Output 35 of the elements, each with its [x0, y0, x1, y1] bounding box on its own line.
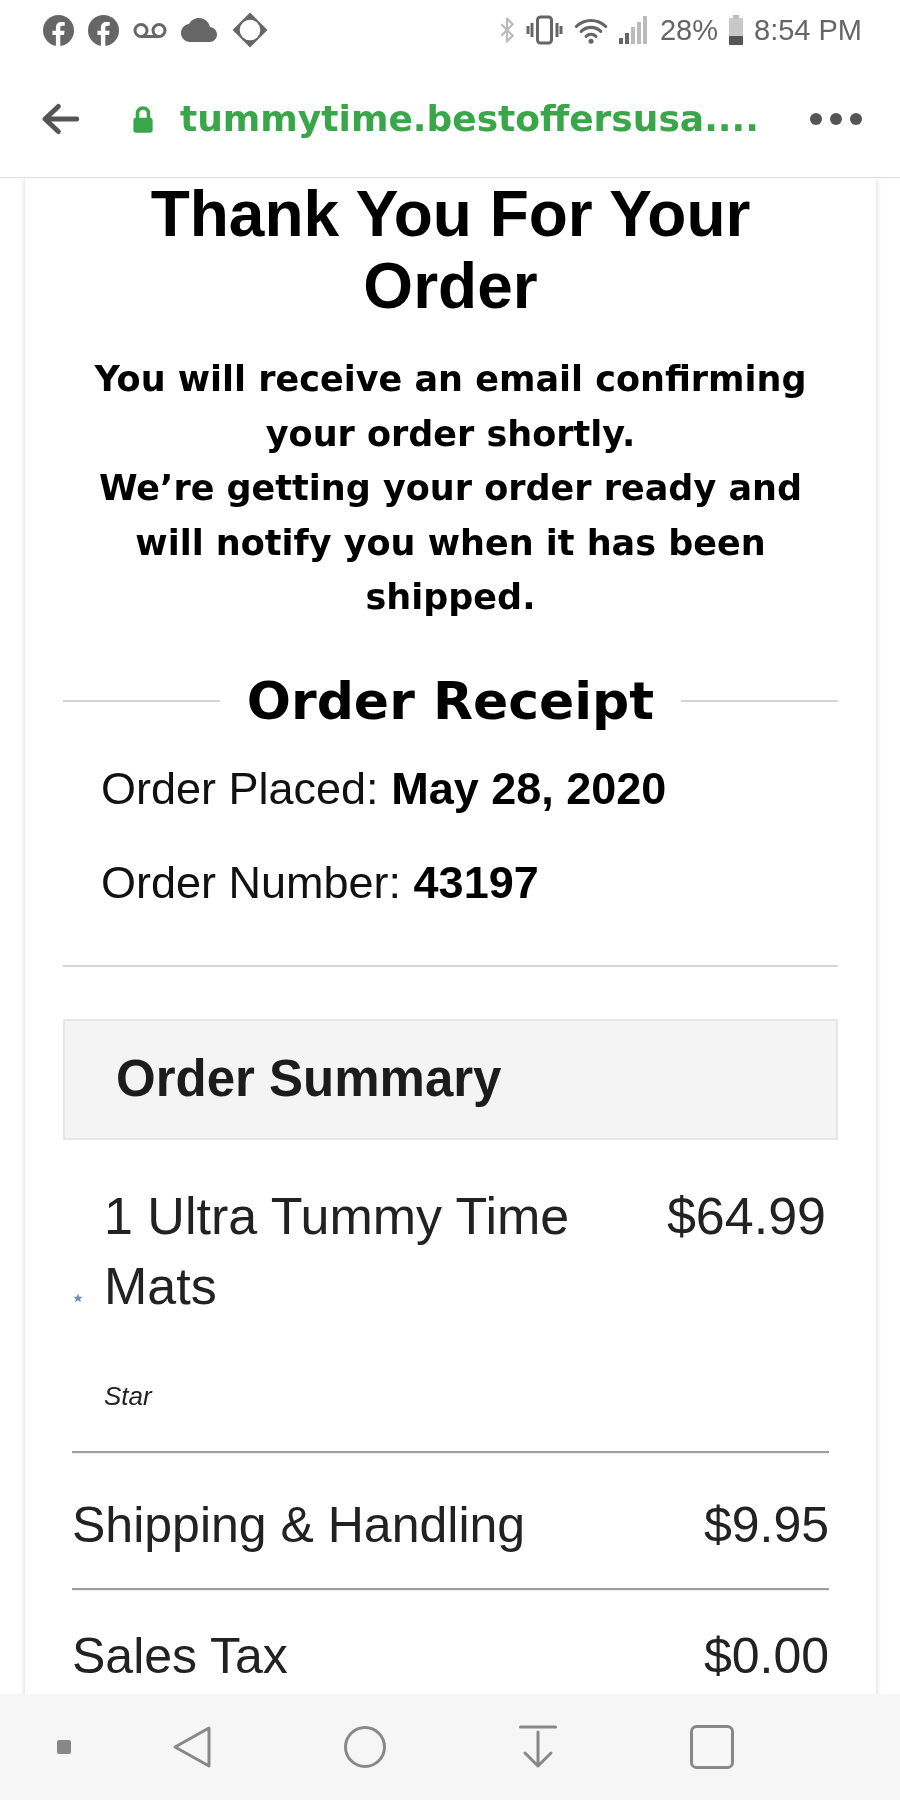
cloud-icon: [181, 18, 217, 42]
summary-title: Order Summary: [116, 1050, 502, 1108]
bluetooth-icon: [498, 15, 515, 45]
star-icon: [73, 1292, 83, 1303]
confirmation-message: We’re getting your order ready and will notify you when it has been shipped.: [98, 467, 803, 619]
clock-time: 8:54 PM: [754, 14, 862, 46]
order-detail: Order Placed: May 28, 2020: [100, 763, 668, 814]
vibrate-icon: [525, 15, 563, 45]
home-icon[interactable]: [344, 1726, 386, 1768]
more-options-icon[interactable]: [810, 112, 862, 125]
total-label: Shipping & Handling: [72, 1498, 526, 1551]
lock-icon: [132, 104, 154, 133]
facebook-icon: [43, 14, 74, 46]
item-price: $64.99: [666, 1185, 826, 1247]
confirmation-message: You will receive an email confirming your order shortly.: [93, 358, 808, 456]
download-icon[interactable]: [519, 1725, 557, 1769]
total-amount: $0.00: [703, 1629, 829, 1682]
total-amount: $9.95: [703, 1498, 829, 1551]
square-icon[interactable]: [690, 1725, 734, 1769]
page-title: Thank You For Your Order: [149, 178, 752, 322]
signal-icon: [618, 16, 649, 44]
battery-percentage: 28%: [659, 14, 718, 46]
voicemail-icon: [133, 21, 167, 39]
total-label: Sales Tax: [72, 1629, 288, 1682]
diamond-icon: [231, 11, 269, 49]
back-icon[interactable]: [172, 1725, 212, 1769]
url-text[interactable]: tummytime.bestoffersusa....: [180, 98, 759, 139]
section-title: Order Receipt: [246, 669, 655, 733]
item-note: Star: [104, 1380, 154, 1411]
battery-icon: [729, 15, 743, 45]
item-name: 1 Ultra Tummy Time Mats: [104, 1185, 571, 1317]
order-detail: Order Number: 43197: [100, 857, 540, 908]
wifi-icon: [573, 16, 608, 44]
back-arrow-icon[interactable]: [40, 101, 80, 136]
facebook-icon: [88, 14, 119, 46]
